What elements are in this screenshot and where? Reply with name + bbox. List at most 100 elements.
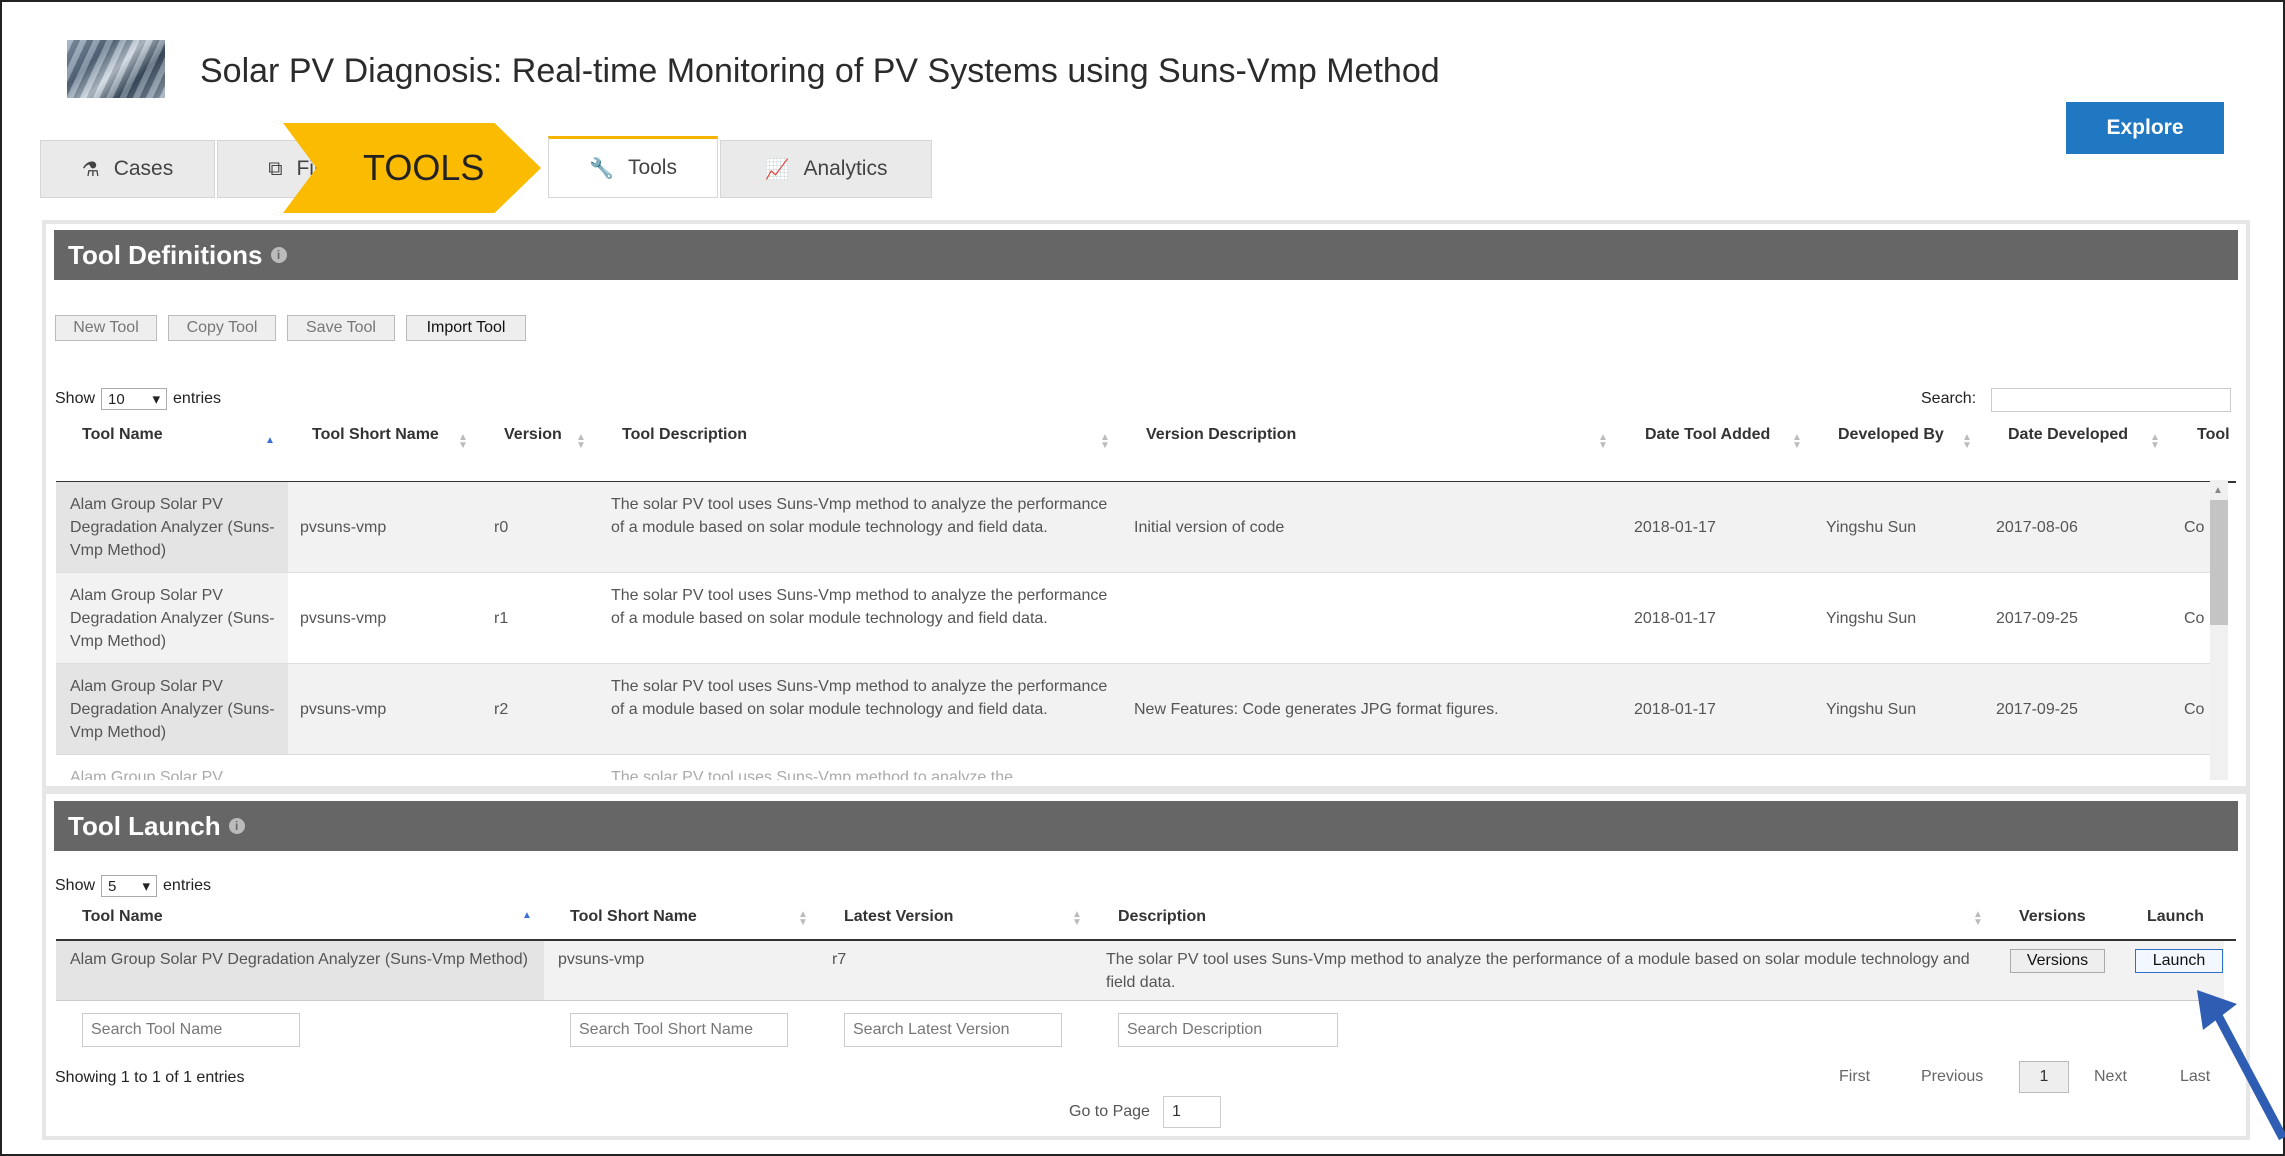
pager-next[interactable]: Next [2094, 1068, 2127, 1086]
tab-tools[interactable]: 🔧 Tools [548, 136, 718, 198]
page-title: Solar PV Diagnosis: Real-time Monitoring… [200, 52, 1440, 90]
tab-tools-label: Tools [627, 156, 677, 179]
search-latest-version-input[interactable]: Search Latest Version [844, 1013, 1062, 1047]
goto-label: Go to Page [1069, 1103, 1150, 1120]
table-row[interactable]: Alam Group Solar PV Degradation Analyzer… [56, 664, 2220, 755]
pager-current[interactable]: 1 [2019, 1061, 2069, 1093]
col-tool-name[interactable]: Tool Name [82, 426, 163, 444]
table-info: Showing 1 to 1 of 1 entries [55, 1069, 245, 1086]
cell-developed-by: Yingshu Sun [1826, 701, 1917, 718]
dropdown-icon: ▾ [142, 878, 151, 895]
search-description-input[interactable]: Search Description [1118, 1013, 1338, 1047]
sort-icon[interactable]: ▲ ▼ [1072, 910, 1082, 928]
tab-cases[interactable]: ⚗ Cases [40, 140, 215, 198]
tool-launch-header: Tool Launch i [54, 801, 2238, 851]
cell-description: The solar PV tool uses Suns-Vmp method t… [611, 769, 1013, 780]
sort-icon[interactable]: ▲ ▼ [1962, 433, 1972, 451]
pager-previous[interactable]: Previous [1921, 1068, 1983, 1086]
cell-tool-name: Alam Group Solar PV [70, 769, 223, 780]
col-tool-short-name[interactable]: Tool Short Name [312, 426, 439, 444]
table-row[interactable]: Alam Group Solar PV Degradation Analyzer… [56, 573, 2220, 664]
sort-icon[interactable]: ▲ ▼ [798, 910, 808, 928]
cell-latest-version: r7 [832, 951, 847, 968]
pointer-arrow-icon [2197, 990, 2285, 1140]
launch-length-control: Show 5 ▾ entries [55, 875, 211, 897]
cell-version-description: New Features: Code generates JPG format … [1134, 701, 1499, 718]
def-length-control: Show 10 ▾ entries [55, 388, 221, 410]
scrollbar-thumb[interactable] [2210, 500, 2228, 625]
sort-asc-icon[interactable]: ▲ [522, 911, 532, 921]
col-latest-version[interactable]: Latest Version [844, 908, 953, 926]
search-tool-short-name-input[interactable]: Search Tool Short Name [570, 1013, 788, 1047]
col-date-developed[interactable]: Date Developed [2008, 426, 2128, 444]
cell-short-name: pvsuns-vmp [558, 951, 645, 968]
scroll-up-icon[interactable]: ▲ [2213, 485, 2223, 496]
pager-first[interactable]: First [1839, 1068, 1870, 1086]
cell-date-added: 2018-01-17 [1634, 701, 1716, 718]
launch-entries-label: entries [163, 877, 212, 894]
cell-date-added: 2018-01-17 [1634, 610, 1716, 627]
tools-callout-arrow: TOOLS [283, 123, 541, 213]
col-launch: Launch [2147, 908, 2204, 925]
def-search-input[interactable] [1991, 388, 2231, 412]
cell-description: The solar PV tool uses Suns-Vmp method t… [611, 587, 1108, 627]
cell-tool-name: Alam Group Solar PV Degradation Analyzer… [70, 496, 275, 559]
col-tool[interactable]: Tool [2197, 426, 2230, 444]
cell-version: r2 [494, 701, 509, 718]
sort-asc-icon[interactable]: ▲ [265, 436, 275, 446]
tool-launch-title: Tool Launch [68, 810, 221, 841]
sort-icon[interactable]: ▲ ▼ [1973, 910, 1983, 928]
cell-tool-name: Alam Group Solar PV Degradation Analyzer… [70, 587, 275, 650]
solar-panel-logo [67, 40, 165, 98]
cell-tool: Co [2184, 519, 2205, 536]
versions-button[interactable]: Versions [2010, 949, 2105, 973]
cell-date-developed: 2017-09-25 [1996, 610, 2078, 627]
cell-short-name: pvsuns-vmp [300, 610, 387, 627]
cell-date-developed: 2017-08-06 [1996, 519, 2078, 536]
def-show-label: Show [55, 390, 96, 407]
search-tool-name-input[interactable]: Search Tool Name [82, 1013, 300, 1047]
explore-button[interactable]: Explore [2066, 102, 2224, 154]
launch-row[interactable]: Alam Group Solar PV Degradation Analyzer… [56, 941, 2224, 1001]
info-icon[interactable]: i [270, 247, 287, 263]
table-row[interactable]: Alam Group Solar PV Degradation Analyzer… [56, 482, 2220, 573]
sort-icon[interactable]: ▲ ▼ [1100, 433, 1110, 451]
col-tool-name[interactable]: Tool Name [82, 908, 163, 926]
cell-tool: Co [2184, 610, 2205, 627]
col-tool-description[interactable]: Tool Description [622, 426, 747, 444]
def-entries-value: 10 [108, 390, 125, 408]
copy-tool-button[interactable]: Copy Tool [168, 315, 276, 341]
wrench-icon: 🔧 [589, 157, 614, 180]
launch-button[interactable]: Launch [2135, 949, 2223, 973]
tab-analytics[interactable]: 📈 Analytics [720, 140, 932, 198]
launch-entries-select[interactable]: 5 ▾ [101, 875, 158, 897]
save-tool-button[interactable]: Save Tool [287, 315, 395, 341]
import-tool-button[interactable]: Import Tool [406, 315, 526, 341]
sort-icon[interactable]: ▲ ▼ [1792, 433, 1802, 451]
tab-analytics-label: Analytics [803, 157, 888, 180]
files-icon: ⧉ [268, 157, 283, 180]
new-tool-button[interactable]: New Tool [55, 315, 157, 341]
sort-icon[interactable]: ▲ ▼ [458, 433, 468, 451]
sort-icon[interactable]: ▲ ▼ [576, 433, 586, 451]
col-version-description[interactable]: Version Description [1146, 426, 1296, 444]
cell-tool-name: Alam Group Solar PV Degradation Analyzer… [70, 678, 275, 741]
cell-short-name: pvsuns-vmp [300, 701, 387, 718]
cell-date-added: 2018-01-17 [1634, 519, 1716, 536]
col-date-tool-added[interactable]: Date Tool Added [1645, 426, 1770, 444]
flask-icon: ⚗ [81, 158, 100, 181]
chart-icon: 📈 [764, 158, 790, 181]
info-icon[interactable]: i [228, 818, 245, 834]
goto-page-input[interactable]: 1 [1163, 1096, 1221, 1128]
col-description[interactable]: Description [1118, 908, 1206, 926]
def-search-label: Search: [1921, 390, 1977, 407]
col-tool-short-name[interactable]: Tool Short Name [570, 908, 697, 926]
sort-icon[interactable]: ▲ ▼ [1598, 433, 1608, 451]
cell-description: The solar PV tool uses Suns-Vmp method t… [611, 678, 1108, 718]
cell-version: r1 [494, 610, 509, 627]
col-developed-by[interactable]: Developed By [1838, 426, 1944, 444]
col-version[interactable]: Version [504, 426, 562, 444]
def-entries-select[interactable]: 10 ▾ [101, 388, 168, 410]
sort-icon[interactable]: ▲ ▼ [2150, 433, 2160, 451]
launch-show-label: Show [55, 877, 96, 894]
